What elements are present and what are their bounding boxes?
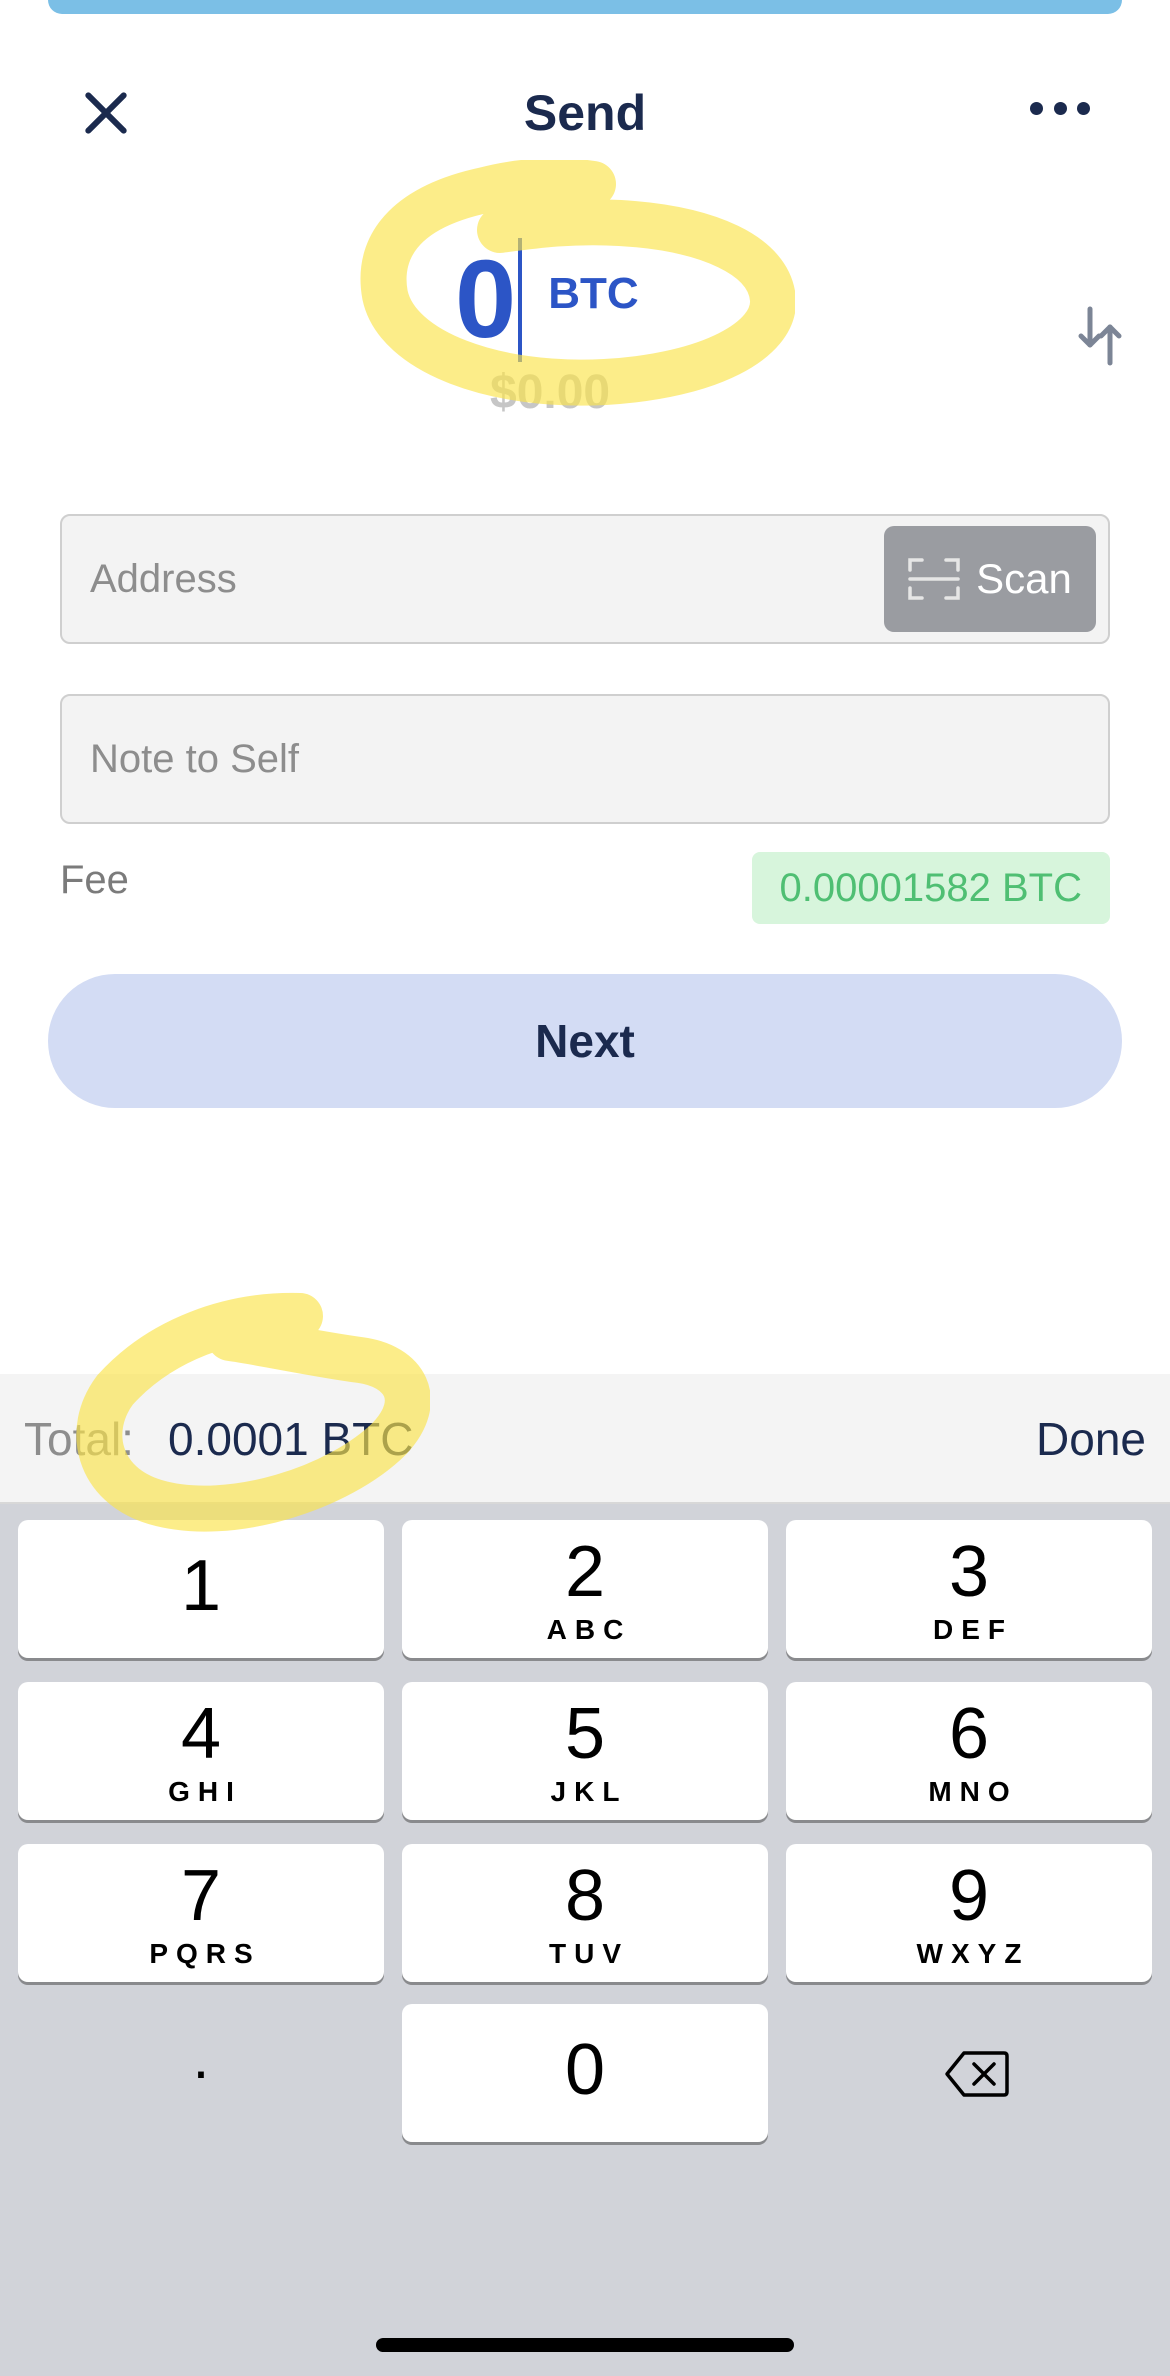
key-3[interactable]: 3 DEF	[786, 1520, 1152, 1658]
key-backspace[interactable]	[786, 2004, 1152, 2142]
total-label: Total:	[24, 1413, 134, 1465]
next-button[interactable]: Next	[48, 974, 1122, 1108]
scan-button[interactable]: Scan	[884, 526, 1096, 632]
fiat-equivalent: $0.00	[490, 366, 611, 419]
amount-unit: BTC	[548, 269, 639, 318]
key-6[interactable]: 6 MNO	[786, 1682, 1152, 1820]
amount-value: 0	[455, 238, 517, 361]
scan-label: Scan	[976, 555, 1072, 602]
numeric-keyboard: 1 2 ABC 3 DEF 4 GHI 5 JKL 6 MNO 7 PQRS 8…	[0, 1504, 1170, 2376]
done-button[interactable]: Done	[1036, 1412, 1146, 1466]
key-9[interactable]: 9 WXYZ	[786, 1844, 1152, 1982]
home-indicator	[376, 2338, 794, 2352]
note-to-self-field[interactable]: Note to Self	[60, 694, 1110, 824]
key-decimal[interactable]: .	[18, 2004, 384, 2142]
address-placeholder: Address	[90, 557, 237, 601]
fee-label: Fee	[60, 858, 129, 902]
text-cursor	[518, 238, 523, 362]
fee-value-badge[interactable]: 0.00001582 BTC	[751, 852, 1110, 924]
backspace-icon	[945, 2051, 1009, 2097]
page-title: Send	[523, 85, 647, 141]
key-0[interactable]: 0	[402, 2004, 768, 2142]
total-bar: Total: 0.0001 BTC Done	[0, 1374, 1170, 1504]
scan-frame-icon	[908, 558, 960, 600]
address-field[interactable]: Address Scan	[60, 514, 1110, 644]
swap-arrows-icon[interactable]	[1078, 305, 1122, 367]
key-2[interactable]: 2 ABC	[402, 1520, 768, 1658]
key-7[interactable]: 7 PQRS	[18, 1844, 384, 1982]
amount-input[interactable]: 0 BTC	[455, 235, 639, 365]
note-placeholder: Note to Self	[90, 737, 300, 781]
total-value: 0.0001 BTC	[168, 1413, 414, 1465]
key-5[interactable]: 5 JKL	[402, 1682, 768, 1820]
more-icon[interactable]	[1030, 102, 1090, 116]
key-4[interactable]: 4 GHI	[18, 1682, 384, 1820]
key-8[interactable]: 8 TUV	[402, 1844, 768, 1982]
background-sheet-edge	[48, 0, 1122, 14]
key-1[interactable]: 1	[18, 1520, 384, 1658]
